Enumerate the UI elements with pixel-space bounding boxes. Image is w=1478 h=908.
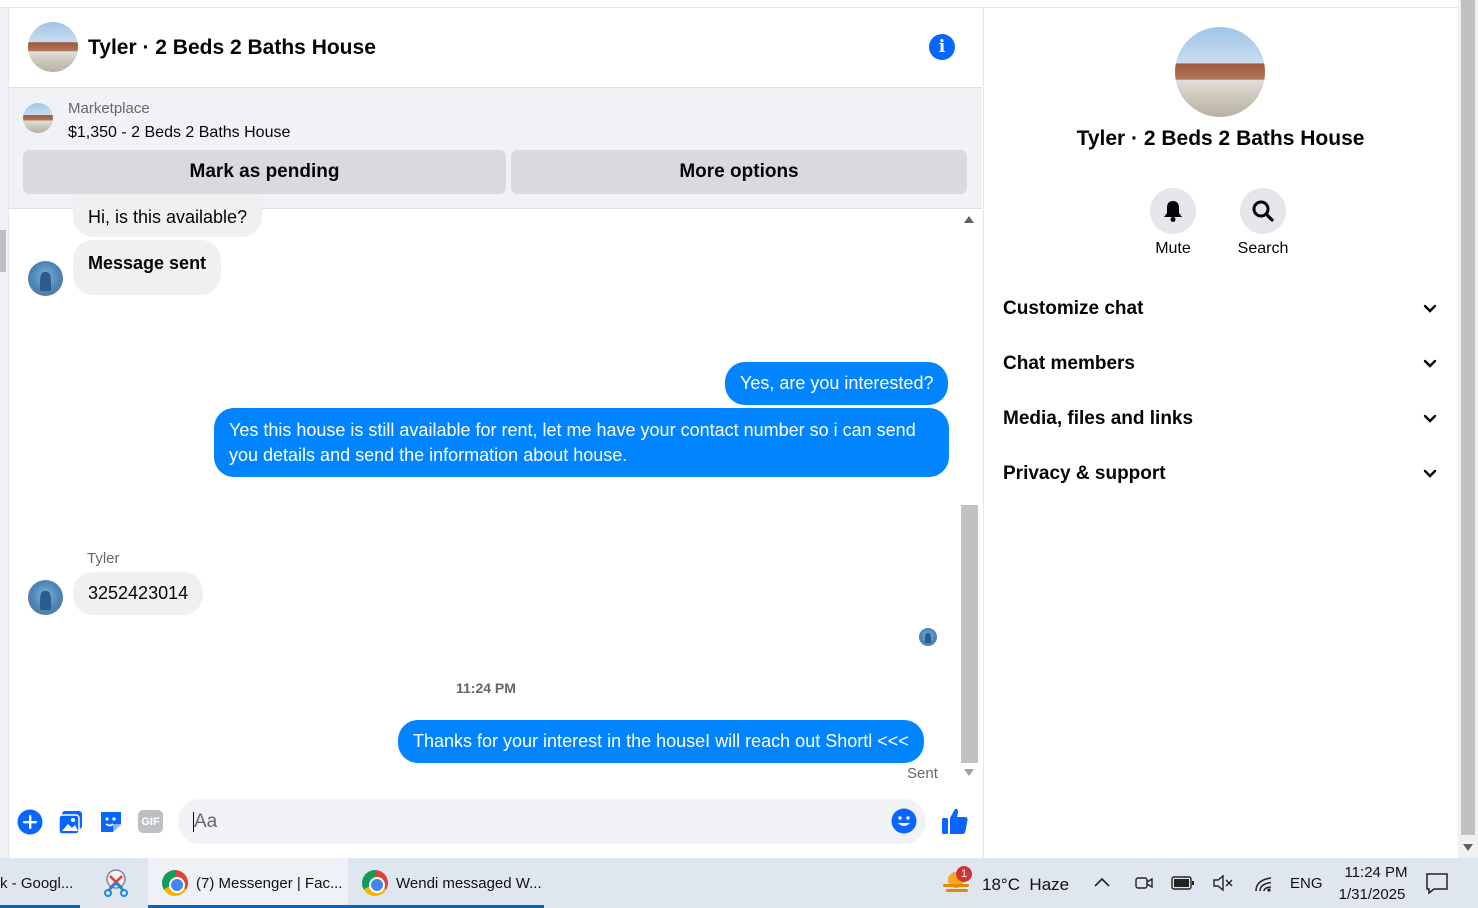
message-text: Yes, are you interested? xyxy=(740,373,934,393)
info-icon[interactable]: i xyxy=(929,34,955,60)
scroll-down-arrow-icon[interactable] xyxy=(964,769,974,776)
photo-icon[interactable] xyxy=(58,809,84,835)
section-chat-members[interactable]: Chat members xyxy=(1003,344,1438,384)
message-timestamp: 11:24 PM xyxy=(456,680,516,696)
message-status: Sent xyxy=(907,765,938,782)
message-text: Thanks for your interest in the houseI w… xyxy=(413,731,909,751)
section-label: Customize chat xyxy=(1003,298,1144,319)
window-scrollbar-thumb[interactable] xyxy=(1461,0,1475,835)
section-customize-chat[interactable]: Customize chat xyxy=(1003,289,1438,329)
emoji-icon[interactable] xyxy=(891,808,917,834)
search-button[interactable] xyxy=(1240,188,1286,234)
search-icon xyxy=(1252,200,1274,222)
message-outgoing[interactable]: Yes this house is still available for re… xyxy=(214,408,949,477)
language-indicator[interactable]: ENG xyxy=(1290,875,1323,892)
message-text: Yes this house is still available for re… xyxy=(229,419,916,465)
plus-icon[interactable] xyxy=(17,809,43,835)
message-input[interactable] xyxy=(178,799,926,844)
chat-title[interactable]: Tyler · 2 Beds 2 Baths House xyxy=(88,36,376,60)
weather-badge: 1 xyxy=(956,866,972,882)
section-media-files-links[interactable]: Media, files and links xyxy=(1003,399,1438,439)
message-outgoing[interactable]: Thanks for your interest in the houseI w… xyxy=(398,720,924,763)
chevron-down-icon xyxy=(1423,304,1437,313)
chrome-icon xyxy=(362,870,388,896)
details-avatar[interactable] xyxy=(1175,27,1265,117)
sender-avatar[interactable] xyxy=(28,580,63,615)
message-text: 3252423014 xyxy=(88,583,189,603)
search-label: Search xyxy=(1237,240,1289,257)
chat-scrollbar-thumb[interactable] xyxy=(961,505,978,763)
chevron-down-icon xyxy=(1423,469,1437,478)
section-privacy-support[interactable]: Privacy & support xyxy=(1003,454,1438,494)
chevron-down-icon xyxy=(1423,414,1437,423)
scroll-up-arrow-icon[interactable] xyxy=(964,216,974,223)
more-options-button[interactable]: More options xyxy=(511,150,967,194)
message-incoming[interactable]: Message sent xyxy=(73,240,222,295)
message-incoming[interactable]: 3252423014 xyxy=(73,572,204,615)
left-edge-panel xyxy=(0,8,9,858)
wifi-icon[interactable] xyxy=(1253,873,1275,893)
section-label: Privacy & support xyxy=(1003,463,1166,484)
left-edge-scroll-mark[interactable] xyxy=(0,230,6,272)
taskbar-item-messenger[interactable]: (7) Messenger | Fac... xyxy=(148,858,348,908)
volume-muted-icon[interactable] xyxy=(1212,873,1234,893)
taskbar-item-google[interactable]: k - Googl... xyxy=(0,858,80,908)
message-outgoing[interactable]: Yes, are you interested? xyxy=(725,362,949,405)
snipping-tool-icon[interactable] xyxy=(100,867,132,899)
section-label: Chat members xyxy=(1003,353,1135,374)
mute-label: Mute xyxy=(1155,240,1191,257)
taskbar-item-wendi[interactable]: Wendi messaged W... xyxy=(348,858,544,908)
clock-time[interactable]: 11:24 PM xyxy=(1336,864,1416,881)
clock-date[interactable]: 1/31/2025 xyxy=(1332,886,1412,903)
chat-avatar[interactable] xyxy=(28,22,78,72)
message-text: Message sent xyxy=(88,253,207,273)
bell-icon xyxy=(1164,201,1182,222)
sender-name: Tyler xyxy=(87,550,120,567)
gif-icon[interactable]: GIF xyxy=(138,810,163,833)
listing-thumbnail[interactable] xyxy=(23,103,53,133)
chevron-up-icon[interactable] xyxy=(1093,874,1111,892)
listing-price-title[interactable]: $1,350 - 2 Beds 2 Baths House xyxy=(68,124,290,142)
taskbar-item-label: Wendi messaged W... xyxy=(396,874,542,892)
section-label: Media, files and links xyxy=(1003,408,1194,429)
chrome-icon xyxy=(162,870,188,896)
read-receipt-avatar xyxy=(919,628,937,646)
sticker-icon[interactable] xyxy=(98,809,124,835)
meet-now-icon[interactable] xyxy=(1134,873,1154,893)
battery-icon[interactable] xyxy=(1171,875,1195,891)
sender-avatar[interactable] xyxy=(28,261,63,296)
like-thumb-icon[interactable] xyxy=(940,806,970,836)
message-incoming[interactable]: Hi, is this available? xyxy=(73,197,263,237)
top-strip xyxy=(0,0,1458,8)
mark-as-pending-button[interactable]: Mark as pending xyxy=(23,150,506,194)
taskbar-item-label: k - Googl... xyxy=(0,874,74,892)
window-scroll-down-icon[interactable] xyxy=(1463,844,1473,851)
weather-text[interactable]: 18°C Haze xyxy=(982,875,1069,895)
mute-button[interactable] xyxy=(1150,188,1196,234)
chevron-down-icon xyxy=(1423,359,1437,368)
message-input-placeholder: Aa xyxy=(194,811,218,832)
notification-center-icon[interactable] xyxy=(1425,871,1449,895)
message-text: Hi, is this available? xyxy=(88,206,248,227)
details-title: Tyler · 2 Beds 2 Baths House xyxy=(1076,127,1365,150)
taskbar-item-label: (7) Messenger | Fac... xyxy=(196,874,343,892)
marketplace-label: Marketplace xyxy=(68,100,150,117)
